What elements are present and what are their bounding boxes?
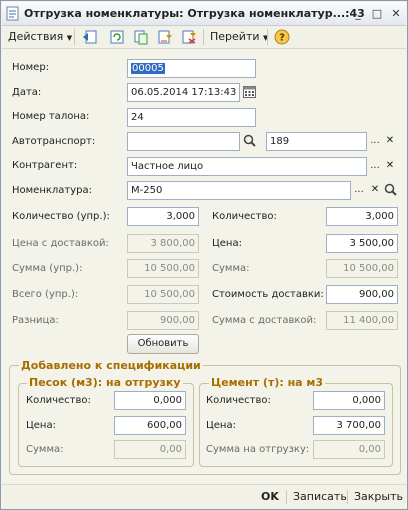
bottom-bar: OK Записать Закрыть [2, 484, 406, 509]
contractor-input[interactable]: Частное лицо [127, 157, 367, 176]
vehicle-input[interactable] [127, 132, 240, 151]
toolbar: Действия ▼ Перейти ▼ ? [2, 26, 406, 49]
contractor-label: Контрагент: [12, 160, 78, 171]
toolbar-separator [203, 29, 204, 45]
delivery-cost-label: Стоимость доставки: [212, 289, 324, 300]
delivery-cost-input[interactable]: 900,00 [326, 285, 398, 304]
date-input[interactable]: 06.05.2014 17:13:43 [127, 83, 240, 102]
diff-field: 900,00 [127, 311, 199, 330]
cement-price-label: Цена: [206, 420, 236, 431]
calendar-icon[interactable] [242, 84, 257, 100]
select-icon[interactable]: ... [351, 181, 367, 200]
cement-price-input[interactable]: 3 700,00 [313, 416, 385, 435]
qty-input[interactable]: 3,000 [326, 207, 398, 226]
sand-sum-field: 0,00 [114, 440, 186, 459]
sand-price-label: Цена: [26, 420, 56, 431]
price-input[interactable]: 3 500,00 [326, 234, 398, 253]
ticket-label: Номер талона: [12, 111, 90, 122]
sum-delivery-label: Сумма с доставкой: [212, 315, 317, 326]
footer-separator [347, 490, 348, 504]
date-label: Дата: [12, 87, 42, 98]
prev-record-icon[interactable] [82, 29, 98, 45]
footer-separator [286, 490, 287, 504]
search-icon[interactable] [242, 133, 257, 149]
goto-menu[interactable]: Перейти ▼ [210, 30, 268, 43]
chevron-down-icon: ▼ [66, 34, 73, 42]
nomenclature-input[interactable]: М-250 [127, 181, 351, 200]
cement-qty-label: Количество: [206, 395, 271, 406]
cement-qty-input[interactable]: 0,000 [313, 391, 385, 410]
sum-field: 10 500,00 [326, 259, 398, 278]
qty-upr-label: Количество (упр.): [12, 211, 110, 222]
save-button[interactable]: Записать [293, 490, 347, 503]
sum-upr-field: 10 500,00 [127, 259, 199, 278]
document-icon [6, 6, 19, 21]
nomenclature-label: Номенклатура: [12, 185, 93, 196]
toolbar-separator [267, 29, 268, 45]
document-window: Отгрузка номенклатуры: Отгрузка номенкла… [0, 0, 408, 510]
sum-label: Сумма: [212, 263, 250, 274]
ticket-input[interactable]: 24 [127, 108, 256, 127]
refresh-icon[interactable] [109, 29, 125, 45]
select-icon[interactable]: ... [367, 132, 383, 151]
price-delivery-label: Цена с доставкой: [12, 238, 109, 249]
maximize-button[interactable]: □ [369, 6, 385, 21]
actions-menu-label: Действия [8, 30, 64, 43]
toolbar-separator [74, 29, 75, 45]
actions-menu[interactable]: Действия ▼ [8, 30, 72, 43]
sand-group-title: Песок (м3): на отгрузку [27, 376, 183, 389]
refresh-button[interactable]: Обновить [127, 334, 199, 354]
sand-sum-label: Сумма: [26, 444, 64, 455]
number-value: 00005 [131, 63, 165, 74]
cement-sum-label: Сумма на отгрузку: [206, 444, 310, 455]
vehicle-label: Автотранспорт: [12, 136, 96, 147]
title-bar: Отгрузка номенклатуры: Отгрузка номенкла… [2, 2, 406, 26]
qty-label: Количество: [212, 211, 277, 222]
total-upr-field: 10 500,00 [127, 285, 199, 304]
sand-qty-input[interactable]: 0,000 [114, 391, 186, 410]
goto-menu-label: Перейти [210, 30, 260, 43]
diff-label: Разница: [12, 315, 59, 326]
clear-icon[interactable]: ✕ [367, 181, 383, 200]
ok-button[interactable]: OK [261, 490, 279, 503]
total-upr-label: Всего (упр.): [12, 289, 79, 300]
help-icon[interactable]: ? [274, 29, 290, 45]
minimize-button[interactable]: _ [350, 6, 366, 21]
cement-sum-field: 0,00 [313, 440, 385, 459]
sand-qty-label: Количество: [26, 395, 91, 406]
close-button[interactable]: Закрыть [354, 490, 403, 503]
number-input[interactable]: 00005 [127, 59, 256, 78]
close-window-button[interactable]: ✕ [388, 6, 404, 21]
unpost-document-icon[interactable] [181, 29, 197, 45]
cement-group-title: Цемент (т): на м3 [209, 376, 326, 389]
clear-icon[interactable]: ✕ [382, 157, 398, 176]
search-icon[interactable] [383, 182, 398, 198]
select-icon[interactable]: ... [367, 157, 383, 176]
spec-group-title: Добавлено к спецификации [19, 359, 203, 372]
number-label: Номер: [12, 62, 50, 73]
post-document-icon[interactable] [157, 29, 173, 45]
qty-upr-input[interactable]: 3,000 [127, 207, 199, 226]
vehicle-number-input[interactable]: 189 [266, 132, 367, 151]
window-title: Отгрузка номенклатуры: Отгрузка номенкла… [24, 7, 365, 20]
sum-delivery-field: 11 400,00 [326, 311, 398, 330]
price-label: Цена: [212, 238, 242, 249]
copy-icon[interactable] [133, 29, 149, 45]
svg-text:?: ? [279, 33, 285, 44]
clear-icon[interactable]: ✕ [382, 132, 398, 151]
sum-upr-label: Сумма (упр.): [12, 263, 83, 274]
sand-price-input[interactable]: 600,00 [114, 416, 186, 435]
price-delivery-field: 3 800,00 [127, 234, 199, 253]
